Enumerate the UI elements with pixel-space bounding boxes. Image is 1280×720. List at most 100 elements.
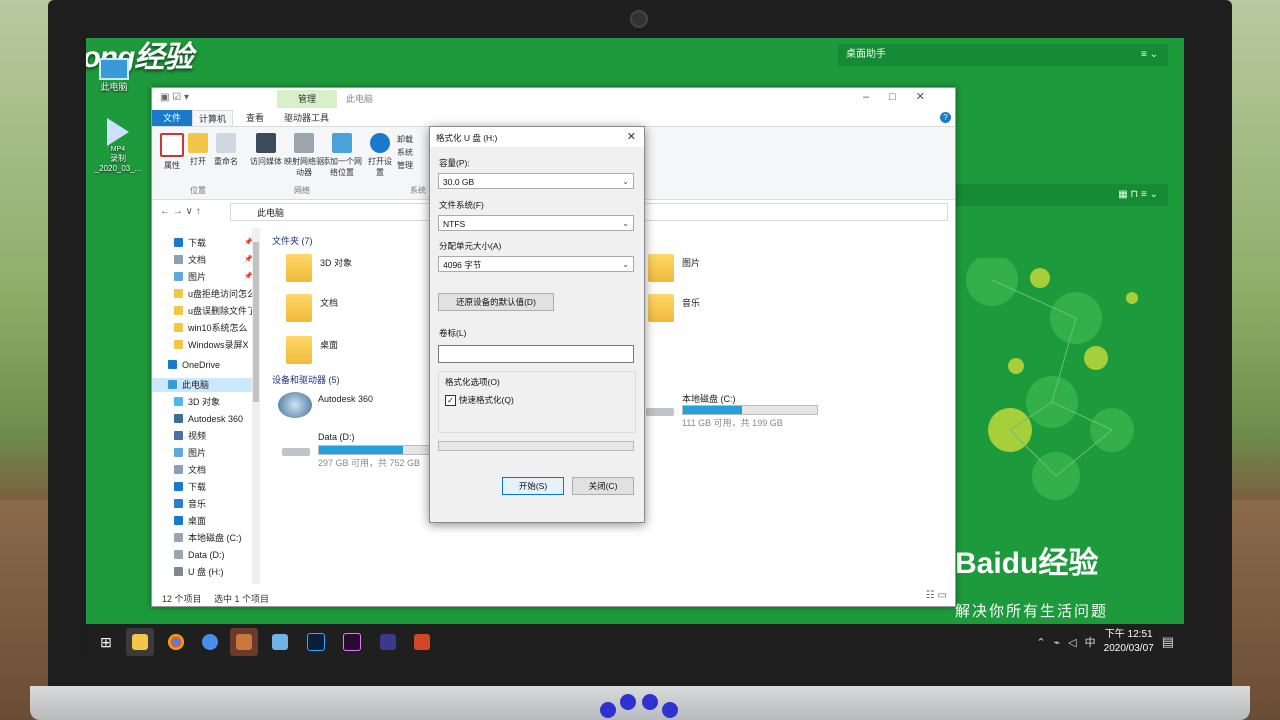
- ime-indicator[interactable]: 中: [1085, 634, 1096, 650]
- ribbon-map-drive-button[interactable]: 映射网络驱动器: [284, 133, 324, 178]
- view-toggle-icons[interactable]: ☷ ▭: [926, 590, 947, 601]
- taskbar-photo[interactable]: [230, 628, 258, 656]
- filesystem-value: NTFS: [443, 219, 466, 229]
- ribbon-media-button[interactable]: 访问媒体: [246, 133, 286, 167]
- taskbar-photoshop[interactable]: [302, 628, 330, 656]
- item-count: 12 个项目: [162, 594, 202, 604]
- contextual-tab-manage[interactable]: 管理: [277, 90, 337, 108]
- sidebar-item-1[interactable]: 文档 📌: [174, 253, 253, 267]
- volume-label-input[interactable]: [438, 345, 634, 363]
- windows-icon: ⊞: [100, 633, 112, 650]
- autodesk-icon: [278, 392, 312, 418]
- scrollbar-thumb[interactable]: [253, 242, 259, 402]
- nav-scrollbar[interactable]: [252, 228, 260, 584]
- window-title: 此电脑: [346, 94, 374, 104]
- quick-access-toolbar[interactable]: ▣ ☑ ▾: [160, 92, 189, 103]
- taskbar-app[interactable]: [266, 628, 294, 656]
- quick-format-option[interactable]: ✓ 快速格式化(Q): [445, 394, 514, 406]
- grid-icon[interactable]: ▦ ⊓ ≡ ⌄: [1118, 184, 1158, 206]
- drive-usage-bar: [682, 405, 818, 415]
- play-icon: [107, 118, 129, 146]
- drive-usage-fill: [683, 406, 742, 414]
- sidebar-item-16[interactable]: 桌面: [174, 514, 206, 528]
- sidebar-item-8[interactable]: 此电脑: [152, 378, 252, 392]
- uninstall-item[interactable]: 卸载: [397, 133, 413, 146]
- explorer-titlebar[interactable]: 管理 此电脑 ▣ ☑ ▾ –□✕: [152, 88, 955, 110]
- close-icon[interactable]: ✕: [627, 130, 636, 143]
- baidu-slogan: 解决你所有生活问题: [955, 603, 1109, 620]
- tray-expand-icon[interactable]: ⌃: [1036, 636, 1045, 649]
- ribbon-open-settings-button[interactable]: 打开设置: [366, 133, 394, 178]
- dialog-titlebar[interactable]: 格式化 U 盘 (H:) ✕: [430, 127, 644, 147]
- desktop-icon-recording[interactable]: MP4 录制 _2020_03_...: [90, 118, 146, 173]
- sidebar-item-0[interactable]: 下载 📌: [174, 236, 253, 250]
- music-icon: [174, 499, 183, 508]
- dialog-close-button[interactable]: 关闭(C): [572, 477, 634, 495]
- sidebar-item-label: U 盘 (H:): [188, 567, 224, 577]
- ribbon-rename-button[interactable]: 重命名: [210, 133, 242, 167]
- sidebar-item-13[interactable]: 文档: [174, 463, 206, 477]
- system-item[interactable]: 系统: [397, 146, 413, 159]
- checkbox-icon[interactable]: ✓: [445, 394, 456, 406]
- device-label: Data (D:): [318, 432, 355, 442]
- folder-icon: [286, 254, 312, 282]
- network-icon[interactable]: ⌁: [1054, 636, 1061, 649]
- notification-icon[interactable]: ▤: [1162, 634, 1174, 650]
- sidebar-item-18[interactable]: Data (D:): [174, 548, 225, 562]
- window-controls[interactable]: –□✕: [863, 90, 945, 103]
- filesystem-select[interactable]: NTFS ⌄: [438, 215, 634, 231]
- system-side-items: 卸载 系统 管理: [397, 133, 413, 172]
- sidebar-item-2[interactable]: 图片 📌: [174, 270, 253, 284]
- sidebar-item-19[interactable]: U 盘 (H:): [174, 565, 224, 579]
- volume-icon[interactable]: ◁: [1068, 636, 1076, 649]
- sidebar-item-5[interactable]: win10系统怎么: [174, 321, 248, 335]
- help-icon[interactable]: ?: [940, 112, 951, 123]
- taskbar-browser[interactable]: [196, 628, 224, 656]
- menu-icon[interactable]: ≡ ⌄: [1141, 44, 1158, 66]
- folders-section-header[interactable]: 文件夹 (7): [272, 234, 313, 247]
- tab-file[interactable]: 文件: [152, 110, 192, 126]
- sidebar-item-9[interactable]: 3D 对象: [174, 395, 220, 409]
- taskbar-editor[interactable]: [374, 628, 402, 656]
- group-label-location: 位置: [190, 186, 206, 195]
- alloc-unit-select[interactable]: 4096 字节 ⌄: [438, 256, 634, 272]
- tab-view[interactable]: 查看: [240, 110, 270, 126]
- sidebar-item-7[interactable]: OneDrive: [168, 358, 220, 372]
- sidebar-item-10[interactable]: Autodesk 360: [174, 412, 243, 426]
- capacity-select[interactable]: 30.0 GB ⌄: [438, 173, 634, 189]
- ribbon-button-label: 映射网络驱动器: [284, 157, 324, 177]
- taskbar-chrome[interactable]: [162, 628, 190, 656]
- ribbon-button-label: 打开设置: [368, 157, 392, 177]
- start-button[interactable]: 开始(S): [502, 477, 564, 495]
- taskbar-presentation[interactable]: [408, 628, 436, 656]
- tab-computer[interactable]: 计算机: [192, 110, 234, 127]
- sidebar-item-11[interactable]: 视频: [174, 429, 206, 443]
- sidebar-item-12[interactable]: 图片: [174, 446, 206, 460]
- sidebar-item-4[interactable]: u盘误删除文件了: [174, 304, 256, 318]
- chevron-down-icon: ⌄: [622, 260, 629, 269]
- sidebar-item-6[interactable]: Windows录屏X: [174, 338, 249, 352]
- tab-drive-tools[interactable]: 驱动器工具: [278, 110, 335, 126]
- sidebar-item-17[interactable]: 本地磁盘 (C:): [174, 531, 242, 545]
- taskbar-explorer[interactable]: [126, 628, 154, 656]
- cube-icon: [174, 397, 183, 406]
- folder-icon: [648, 294, 674, 322]
- clock[interactable]: 下午 12:51 2020/03/07: [1104, 628, 1154, 656]
- nav-arrows[interactable]: ← → ∨ ↑: [160, 206, 201, 217]
- start-button[interactable]: ⊞: [92, 628, 120, 656]
- format-progress-bar: [438, 441, 634, 451]
- sidebar-item-label: 音乐: [188, 499, 207, 509]
- sidebar-item-15[interactable]: 音乐: [174, 497, 206, 511]
- sidebar-item-3[interactable]: u盘拒绝访问怎么: [174, 287, 256, 301]
- drive-icon: [174, 550, 183, 559]
- sidebar-item-14[interactable]: 下载: [174, 480, 206, 494]
- restore-defaults-button[interactable]: 还原设备的默认值(D): [438, 293, 554, 311]
- ribbon-add-network-button[interactable]: 添加一个网络位置: [322, 133, 362, 178]
- desktop-helper-bar[interactable]: 桌面助手 ≡ ⌄: [838, 44, 1168, 66]
- manage-item[interactable]: 管理: [397, 159, 413, 172]
- drive-icon: [646, 408, 674, 416]
- desktop-icon-this-pc[interactable]: 此电脑: [96, 58, 132, 93]
- devices-section-header[interactable]: 设备和驱动器 (5): [272, 373, 340, 386]
- taskbar-premiere[interactable]: [338, 628, 366, 656]
- cloud-icon: [168, 360, 177, 369]
